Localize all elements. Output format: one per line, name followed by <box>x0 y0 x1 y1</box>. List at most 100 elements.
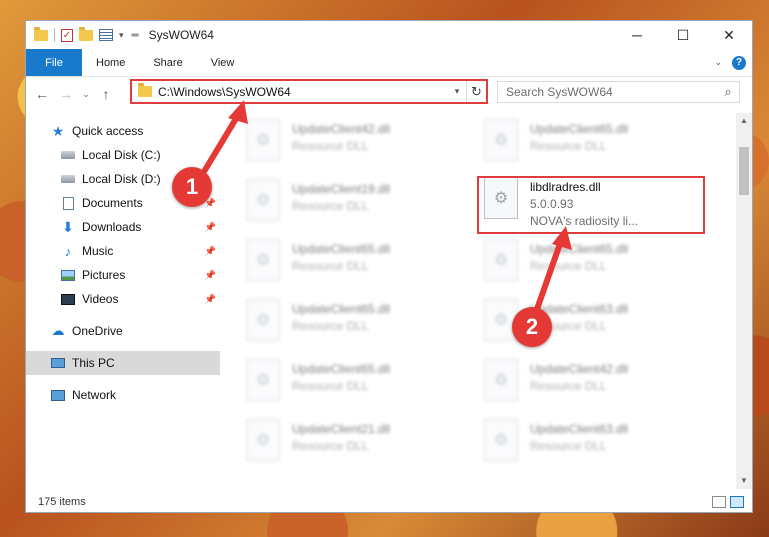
nav-this-pc[interactable]: This PC <box>26 351 220 375</box>
file-item[interactable]: ⚙ UpdateClient65.dll Resource DLL <box>246 299 471 351</box>
nav-downloads[interactable]: ⬇ Downloads 📌 <box>26 215 220 239</box>
dll-file-icon: ⚙ <box>484 119 518 161</box>
nav-label: Music <box>82 244 114 258</box>
nav-label: This PC <box>72 356 115 370</box>
back-button[interactable]: ← <box>32 86 52 102</box>
quick-access-toolbar: ✓ ▾ ═ <box>26 26 139 42</box>
forward-button[interactable]: → <box>56 86 76 102</box>
file-item[interactable]: ⚙ UpdateClient65.dll Resource DLL <box>246 359 471 411</box>
help-icon[interactable]: ? <box>732 55 746 70</box>
file-name: UpdateClient65.dll <box>292 242 391 256</box>
search-input[interactable] <box>498 85 717 99</box>
dll-file-icon: ⚙ <box>246 119 280 161</box>
file-name: UpdateClient65.dll <box>530 122 629 136</box>
refresh-button[interactable]: ↻ <box>466 81 486 102</box>
dll-file-icon: ⚙ <box>246 359 280 401</box>
nav-quick-access[interactable]: ★ Quick access <box>26 119 220 143</box>
recent-locations-button[interactable]: ⌄ <box>80 89 92 100</box>
search-icon[interactable]: ⌕ <box>717 84 739 100</box>
up-button[interactable]: ↑ <box>96 86 116 102</box>
tab-share[interactable]: Share <box>139 49 196 76</box>
dll-file-icon: ⚙ <box>484 239 518 281</box>
address-path[interactable]: C:\Windows\SysWOW64 <box>158 85 448 99</box>
dll-file-icon: ⚙ <box>246 239 280 281</box>
file-list: ⚙ UpdateClient42.dll Resource DLL ⚙ Updat… <box>220 113 736 489</box>
large-icons-view-icon[interactable] <box>730 496 744 508</box>
folder-icon <box>138 83 152 97</box>
music-icon: ♪ <box>64 243 72 259</box>
dll-file-icon: ⚙ <box>246 419 280 461</box>
maximize-button[interactable]: ☐ <box>660 21 706 49</box>
file-item[interactable]: ⚙ UpdateClient63.dll Resource DLL <box>484 419 709 471</box>
drive-icon <box>60 148 76 162</box>
computer-icon <box>50 356 66 370</box>
dll-file-icon: ⚙ <box>484 419 518 461</box>
file-name: UpdateClient42.dll <box>292 122 391 136</box>
minimize-button[interactable]: ─ <box>614 21 660 49</box>
explorer-window: ✓ ▾ ═ SysWOW64 ─ ☐ ✕ File Home Share Vie… <box>25 20 753 513</box>
nav-label: Pictures <box>82 268 126 282</box>
file-item[interactable]: ⚙ UpdateClient42.dll Resource DLL <box>484 359 709 411</box>
tab-file[interactable]: File <box>26 49 82 76</box>
file-name: UpdateClient63.dll <box>530 422 629 436</box>
video-icon <box>60 292 76 306</box>
chevron-down-icon[interactable]: ▾ <box>448 86 466 97</box>
nav-label: Videos <box>82 292 119 306</box>
folder-icon[interactable] <box>34 26 48 41</box>
scroll-up-icon[interactable]: ▲ <box>736 113 752 129</box>
file-item[interactable]: ⚙ UpdateClient21.dll Resource DLL <box>246 419 471 471</box>
view-switcher <box>712 496 752 508</box>
nav-music[interactable]: ♪ Music 📌 <box>26 239 220 263</box>
step-badge-1: 1 <box>172 167 212 207</box>
details-view-icon[interactable] <box>712 496 726 508</box>
nav-network[interactable]: Network <box>26 383 220 407</box>
properties-check-icon[interactable]: ✓ <box>61 28 73 42</box>
file-name: UpdateClient65.dll <box>292 302 391 316</box>
tab-home[interactable]: Home <box>82 49 139 76</box>
divider <box>54 28 55 42</box>
window-controls: ─ ☐ ✕ <box>614 21 752 49</box>
file-name: UpdateClient21.dll <box>292 422 391 436</box>
tab-view[interactable]: View <box>197 49 249 76</box>
file-name: UpdateClient65.dll <box>530 242 629 256</box>
file-type: Resource DLL <box>292 139 369 153</box>
file-highlight-box <box>477 176 705 234</box>
nav-label: Network <box>72 388 117 402</box>
title-bar: ✓ ▾ ═ SysWOW64 ─ ☐ ✕ <box>26 21 752 49</box>
nav-videos[interactable]: Videos 📌 <box>26 287 220 311</box>
vertical-scrollbar[interactable]: ▲ ▼ <box>736 113 752 489</box>
nav-pictures[interactable]: Pictures 📌 <box>26 263 220 287</box>
file-type: Resource DLL <box>530 379 607 393</box>
scroll-down-icon[interactable]: ▼ <box>736 473 752 489</box>
pin-icon: 📌 <box>204 269 216 280</box>
pin-icon: 📌 <box>204 293 216 304</box>
nav-label: Downloads <box>82 220 142 234</box>
file-item[interactable]: ⚙ UpdateClient19.dll Resource DLL <box>246 179 471 231</box>
address-bar[interactable]: C:\Windows\SysWOW64 ▾ ↻ <box>130 79 488 104</box>
star-icon: ★ <box>51 122 65 139</box>
file-item[interactable]: ⚙ UpdateClient65.dll Resource DLL <box>246 239 471 291</box>
file-item[interactable]: ⚙ UpdateClient42.dll Resource DLL <box>246 119 471 171</box>
new-folder-icon[interactable] <box>79 26 93 41</box>
nav-onedrive[interactable]: ☁ OneDrive <box>26 319 220 343</box>
file-name: UpdateClient19.dll <box>292 182 391 196</box>
chevron-down-icon[interactable]: ▾ <box>119 30 124 41</box>
file-item[interactable]: ⚙ UpdateClient65.dll Resource DLL <box>484 239 709 291</box>
search-box[interactable]: ⌕ <box>497 81 740 103</box>
item-count: 175 items <box>38 496 86 508</box>
properties-icon[interactable] <box>99 29 113 41</box>
nav-local-disk-c[interactable]: Local Disk (C:) <box>26 143 220 167</box>
file-type: Resource DLL <box>292 199 369 213</box>
scrollbar-thumb[interactable] <box>739 147 749 195</box>
file-item[interactable]: ⚙ UpdateClient65.dll Resource DLL <box>484 119 709 171</box>
expand-ribbon-icon[interactable]: ⌄ <box>714 57 722 68</box>
download-icon: ⬇ <box>62 218 74 235</box>
customize-toolbar-icon[interactable]: ═ <box>132 30 139 41</box>
document-icon <box>60 196 76 210</box>
nav-label: Documents <box>82 196 143 210</box>
pin-icon: 📌 <box>204 245 216 256</box>
dll-file-icon: ⚙ <box>246 299 280 341</box>
step-badge-2: 2 <box>512 307 552 347</box>
close-button[interactable]: ✕ <box>706 21 752 49</box>
file-type: Resource DLL <box>292 379 369 393</box>
